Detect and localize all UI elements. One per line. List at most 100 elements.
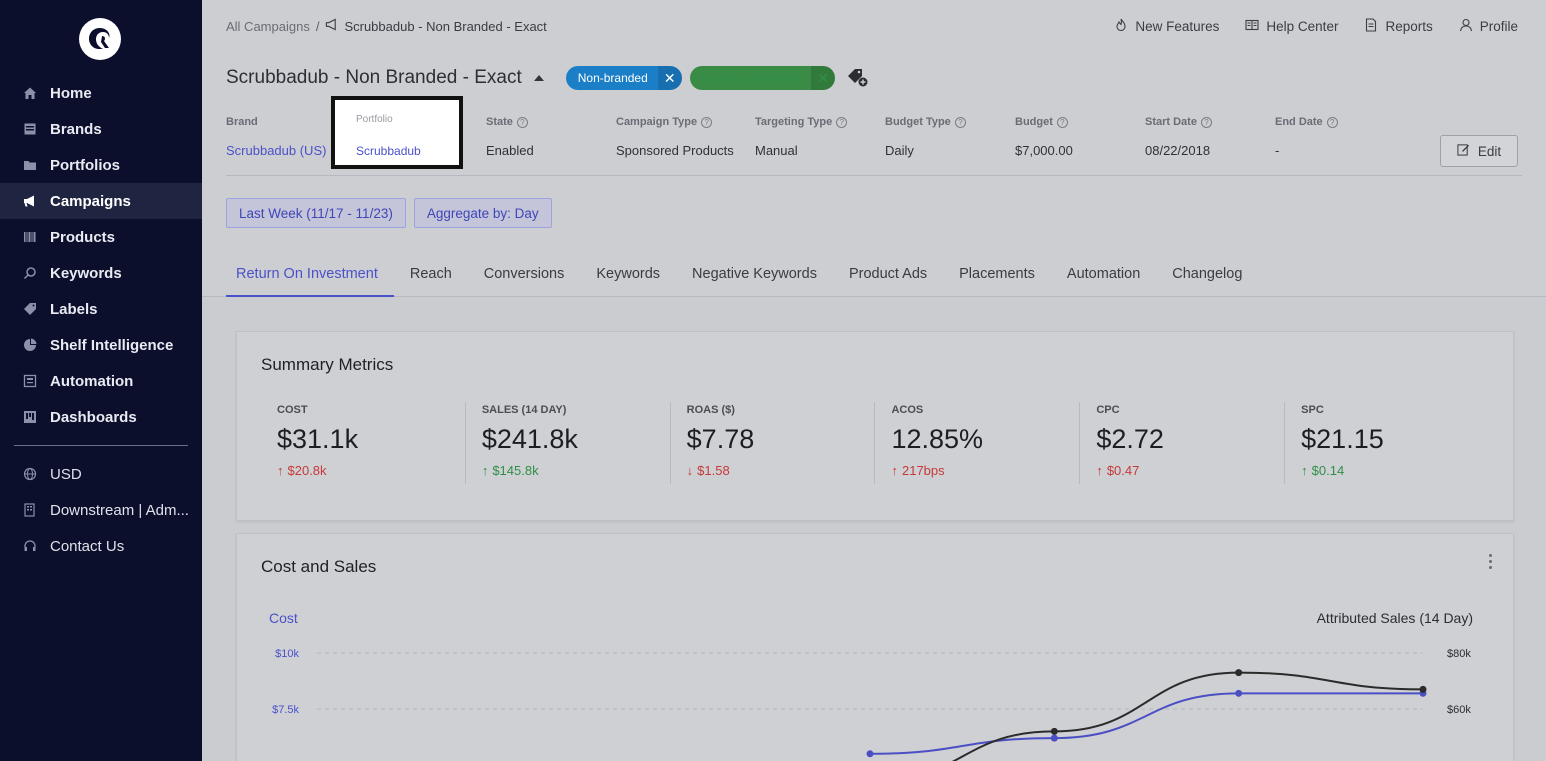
breadcrumb-separator: /	[315, 18, 320, 34]
targeting-type-label: Targeting Type	[755, 116, 833, 128]
sidebar-item-label: USD	[50, 465, 82, 483]
metric-delta-value: $0.47	[1106, 463, 1140, 478]
brand-link[interactable]: Scrubbadub (US)	[226, 143, 326, 158]
metric-delta-value: $0.14	[1311, 463, 1345, 478]
help-icon[interactable]: ?	[1200, 116, 1212, 128]
filter-bar: Last Week (11/17 - 11/23) Aggregate by: …	[226, 198, 552, 228]
portfolio-link[interactable]: Scrubbadub	[356, 144, 421, 158]
sidebar-item-account[interactable]: Downstream | Adm...	[0, 492, 202, 528]
sidebar-item-currency[interactable]: USD	[0, 456, 202, 492]
sidebar-item-automation[interactable]: Automation	[0, 363, 202, 399]
budget-value: $7,000.00	[1015, 143, 1073, 158]
metric-delta-value: $1.58	[697, 463, 730, 478]
more-options-icon[interactable]	[1489, 554, 1493, 572]
metric-label: SALES (14 DAY)	[481, 404, 567, 416]
arrow-down-icon: ↓	[686, 463, 694, 478]
new-features-link[interactable]: New Features	[1114, 18, 1219, 35]
start-date-label: Start Date	[1145, 116, 1197, 128]
tab-placements[interactable]: Placements	[943, 258, 1051, 297]
sidebar-item-dashboards[interactable]: Dashboards	[0, 399, 202, 435]
tab-keywords[interactable]: Keywords	[580, 258, 676, 297]
cost-and-sales-title: Cost and Sales	[261, 557, 377, 576]
breadcrumb: All Campaigns / Scrubbadub - Non Branded…	[226, 18, 547, 34]
metric-delta: ↑ $20.8k	[277, 463, 465, 478]
left-tick-label: $7.5k	[272, 704, 299, 716]
metric-roas: ROAS ($) $7.78 ↓ $1.58	[669, 402, 875, 484]
campaign-type-label: Campaign Type	[616, 116, 698, 128]
sidebar-item-label: Campaigns	[50, 192, 131, 210]
profile-link[interactable]: Profile	[1459, 18, 1518, 35]
help-icon[interactable]: ?	[1056, 116, 1068, 128]
data-point	[1235, 689, 1243, 697]
field-budget: Budget? $7,000.00	[1015, 116, 1073, 158]
arrow-up-icon: ↑	[481, 463, 489, 478]
field-targeting-type: Targeting Type? Manual	[755, 116, 848, 158]
field-label: Targeting Type?	[755, 116, 848, 128]
tab-negative-keywords[interactable]: Negative Keywords	[676, 258, 833, 297]
edit-button[interactable]: Edit	[1440, 135, 1518, 167]
tab-product-ads[interactable]: Product Ads	[833, 258, 943, 297]
tab-conversions[interactable]: Conversions	[468, 258, 581, 297]
budget-label: Budget	[1015, 116, 1053, 128]
metric-cpc: CPC $2.72 ↑ $0.47	[1079, 402, 1284, 484]
sidebar-item-shelf-intelligence[interactable]: Shelf Intelligence	[0, 327, 202, 363]
sidebar-divider	[14, 445, 188, 446]
metric-value: $2.72	[1096, 424, 1164, 454]
metric-value: $241.8k	[481, 424, 578, 454]
portfolio-field-highlight[interactable]: Portfolio Scrubbadub	[331, 96, 463, 169]
end-date-value: -	[1275, 143, 1280, 158]
tab-changelog[interactable]: Changelog	[1156, 258, 1258, 297]
search-icon	[22, 265, 38, 281]
budget-type-label: Budget Type	[885, 116, 951, 128]
field-label: Campaign Type?	[616, 116, 734, 128]
tab-bar: Return On Investment Reach Conversions K…	[226, 258, 1258, 297]
aggregate-button[interactable]: Aggregate by: Day	[413, 198, 552, 228]
portfolio-label: Portfolio	[356, 114, 393, 125]
help-icon[interactable]: ?	[1326, 116, 1338, 128]
right-tick-label: $80k	[1447, 648, 1471, 660]
metric-cost: COST $31.1k ↑ $20.8k	[261, 402, 465, 484]
megaphone-icon	[22, 193, 38, 209]
sidebar-item-brands[interactable]: Brands	[0, 111, 202, 147]
tag-label: Non-branded	[577, 71, 648, 85]
tab-reach[interactable]: Reach	[394, 258, 468, 297]
data-point	[1235, 669, 1243, 677]
sidebar-item-products[interactable]: Products	[0, 219, 202, 255]
label-tag-laundry-detergent: Laundry Detergent ✕	[689, 66, 836, 90]
field-label: Start Date?	[1145, 116, 1212, 128]
help-icon[interactable]: ?	[954, 116, 966, 128]
help-icon[interactable]: ?	[836, 116, 848, 128]
data-point	[1419, 685, 1427, 693]
barcode-icon	[22, 229, 38, 245]
reports-link[interactable]: Reports	[1364, 18, 1433, 35]
remove-tag-icon[interactable]: ✕	[657, 66, 682, 90]
right-tick-label: $60k	[1447, 704, 1471, 716]
app-logo[interactable]	[79, 18, 121, 60]
field-brand: Brand Scrubbadub (US)	[226, 116, 326, 158]
edit-label: Edit	[1477, 143, 1502, 159]
sidebar-item-home[interactable]: Home	[0, 75, 202, 111]
caret-up-icon[interactable]	[533, 75, 544, 81]
tab-return-on-investment[interactable]: Return On Investment	[226, 258, 394, 297]
sidebar-item-labels[interactable]: Labels	[0, 291, 202, 327]
remove-tag-icon[interactable]: ✕	[811, 66, 836, 90]
top-nav: New Features Help Center Reports Profile	[1114, 18, 1518, 35]
metric-delta: ↑ $145.8k	[482, 463, 670, 478]
sidebar: Home Brands Portfolios Campaigns Product…	[0, 0, 202, 761]
tab-automation[interactable]: Automation	[1051, 258, 1156, 297]
sidebar-item-portfolios[interactable]: Portfolios	[0, 147, 202, 183]
help-center-link[interactable]: Help Center	[1245, 18, 1338, 35]
sidebar-item-keywords[interactable]: Keywords	[0, 255, 202, 291]
budget-type-value: Daily	[885, 143, 914, 158]
add-tag-icon[interactable]	[847, 68, 869, 88]
metric-delta-value: $20.8k	[287, 463, 327, 478]
field-end-date: End Date? -	[1275, 116, 1338, 158]
help-icon[interactable]: ?	[701, 116, 713, 128]
help-icon[interactable]: ?	[516, 116, 528, 128]
summary-metrics-title: Summary Metrics	[261, 355, 394, 374]
sidebar-item-campaigns[interactable]: Campaigns	[0, 183, 202, 219]
date-range-button[interactable]: Last Week (11/17 - 11/23)	[226, 198, 406, 228]
breadcrumb-all-campaigns[interactable]: All Campaigns	[226, 19, 310, 34]
campaign-title-row: Scrubbadub - Non Branded - Exact Non-bra…	[226, 66, 869, 90]
sidebar-item-contact-us[interactable]: Contact Us	[0, 528, 202, 564]
